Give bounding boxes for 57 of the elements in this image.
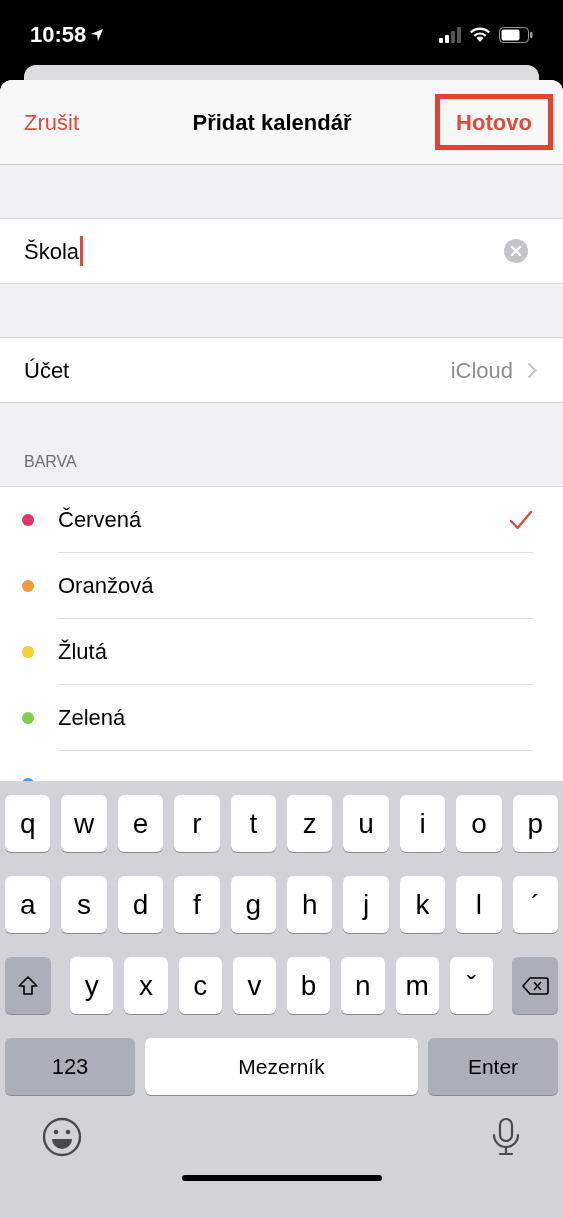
name-value: Škola [24, 237, 80, 266]
keyboard-key[interactable]: t [230, 795, 277, 852]
done-button[interactable]: Hotovo [435, 94, 553, 150]
space-key[interactable]: Mezerník [145, 1038, 418, 1095]
status-time: 10:58 [30, 21, 87, 49]
color-label: Oranžová [58, 572, 154, 600]
keyboard-key[interactable]: i [399, 795, 446, 852]
keyboard-key[interactable]: c [178, 957, 222, 1014]
backspace-icon [521, 975, 549, 996]
sheet-title: Přidat kalendář [192, 108, 352, 137]
shift-icon [17, 974, 39, 997]
keyboard-key[interactable]: q [5, 795, 51, 852]
keyboard-key[interactable]: o [456, 795, 502, 852]
keyboard-key[interactable]: a [5, 876, 51, 933]
keyboard-key[interactable]: h [287, 876, 333, 933]
keyboard-key[interactable]: b [287, 957, 331, 1014]
keyboard-key[interactable]: n [341, 957, 385, 1014]
numbers-key[interactable]: 123 [5, 1038, 135, 1095]
chevron-right-icon [527, 361, 537, 379]
cancel-button[interactable]: Zrušit [24, 105, 79, 139]
name-field[interactable]: Škola [0, 218, 563, 284]
emoji-icon[interactable] [42, 1117, 82, 1157]
section-header: BARVA [24, 452, 77, 472]
account-label: Účet [24, 356, 70, 385]
keyboard-key[interactable]: u [343, 795, 389, 852]
keyboard-key[interactable]: j [343, 876, 389, 933]
keyboard-key[interactable]: w [61, 795, 107, 852]
keyboard-key[interactable]: s [61, 876, 107, 933]
shift-key[interactable] [5, 957, 51, 1014]
keyboard-key[interactable]: m [395, 957, 439, 1014]
keyboard-key[interactable]: e [117, 795, 164, 852]
keyboard-key[interactable]: k [399, 876, 446, 933]
keyboard-key[interactable]: x [124, 957, 168, 1014]
color-label: Žlutá [58, 638, 107, 666]
signal-icon [439, 26, 461, 43]
delete-key[interactable] [512, 957, 558, 1014]
wifi-icon [469, 26, 491, 43]
keyboard-key[interactable]: v [232, 957, 276, 1014]
keyboard-key[interactable]: ˇ [449, 957, 493, 1014]
color-label: Červená [58, 506, 142, 534]
keyboard-key[interactable]: r [174, 795, 220, 852]
keyboard-key[interactable]: l [456, 876, 502, 933]
text-cursor [80, 236, 84, 266]
account-row[interactable]: Účet iCloud [0, 337, 563, 403]
keyboard-key[interactable]: g [230, 876, 277, 933]
keyboard-key[interactable]: d [117, 876, 164, 933]
color-label: Zelená [58, 704, 126, 732]
enter-key[interactable]: Enter [428, 1038, 558, 1095]
keyboard-key[interactable]: f [174, 876, 220, 933]
keyboard-key[interactable]: z [287, 795, 333, 852]
location-arrow-icon [90, 27, 105, 42]
account-value: iCloud [450, 356, 513, 385]
microphone-icon[interactable] [491, 1117, 521, 1157]
keyboard-key[interactable]: p [512, 795, 559, 852]
keyboard-key[interactable]: ´ [512, 876, 559, 933]
keyboard-key[interactable]: y [70, 957, 114, 1014]
battery-icon [499, 26, 533, 43]
